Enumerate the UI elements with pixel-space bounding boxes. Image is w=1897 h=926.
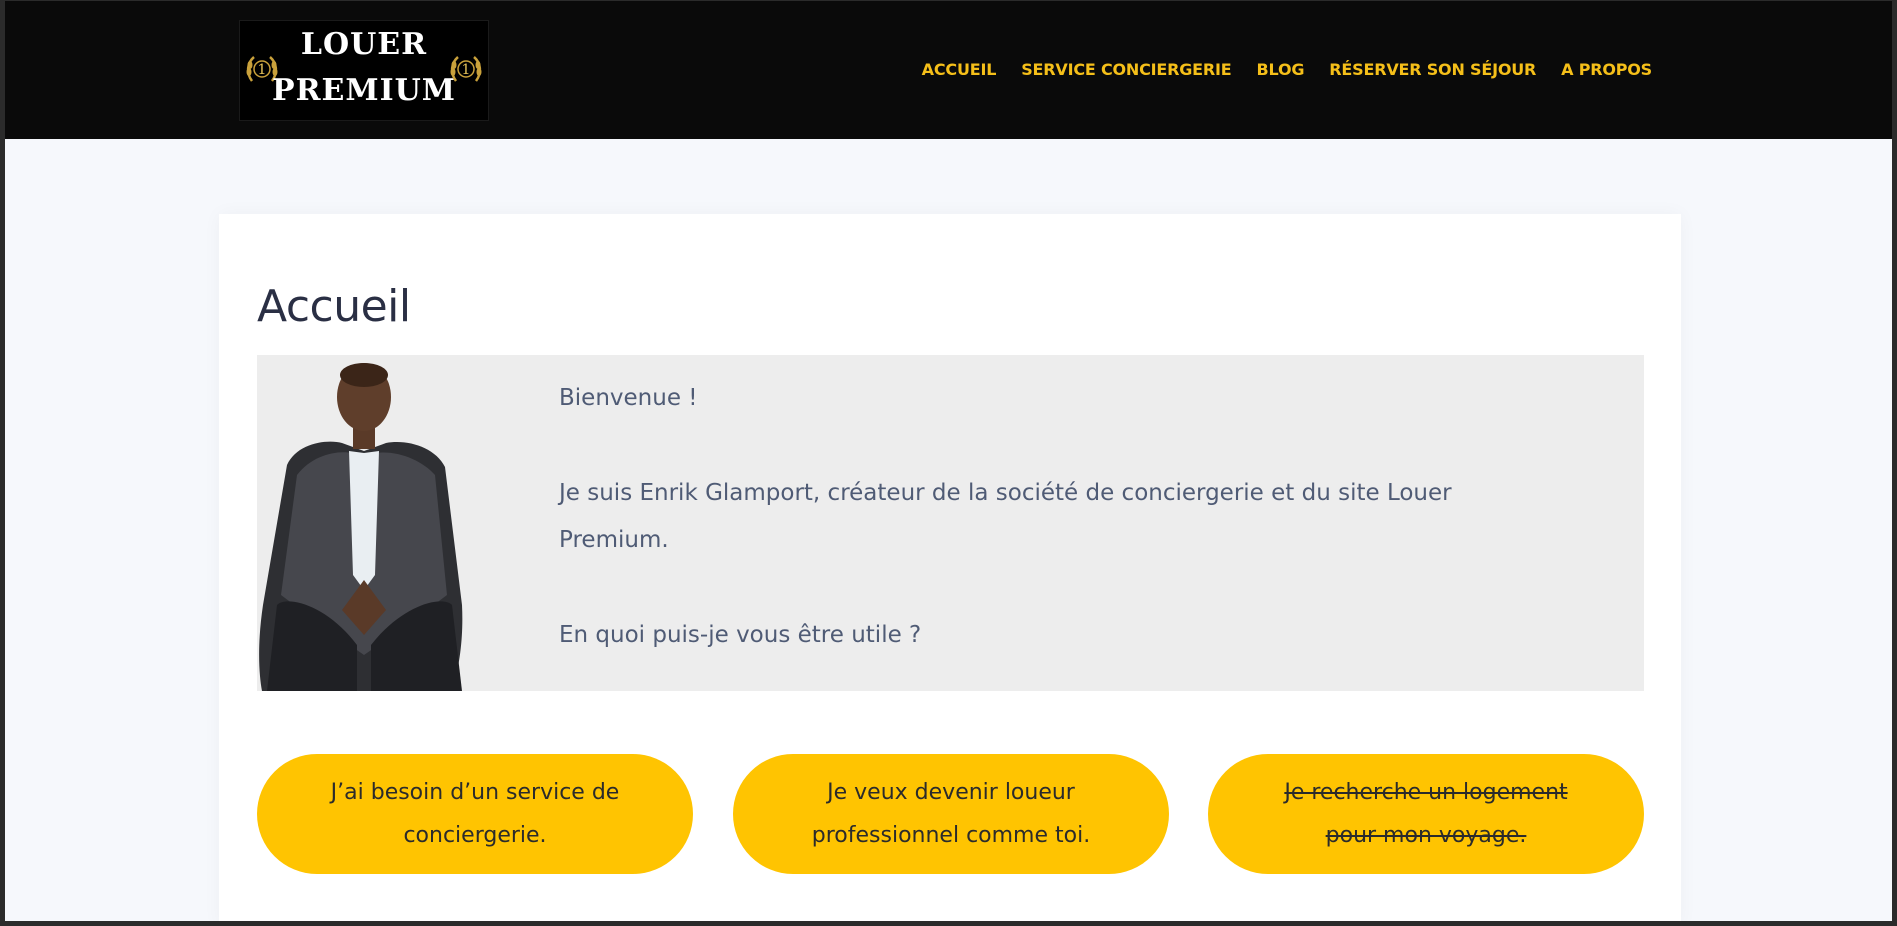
find-lodging-button[interactable]: Je recherche un logement pour mon voyage… <box>1208 754 1644 874</box>
intro-greeting: Bienvenue ! <box>559 385 698 411</box>
become-host-button-label: Je veux devenir loueur professionnel com… <box>811 780 1091 848</box>
content-card: Accueil Bienvenue ! Je suis Enrik Glampo… <box>219 214 1681 926</box>
nav-item-a-propos[interactable]: A PROPOS <box>1561 60 1652 82</box>
concierge-service-button[interactable]: J’ai besoin d’un service de conciergerie… <box>257 754 693 874</box>
main-nav: ACCUEIL SERVICE CONCIERGERIE BLOG RÉSERV… <box>897 60 1653 82</box>
author-photo <box>257 355 472 691</box>
svg-text:1: 1 <box>462 62 471 78</box>
intro-text: Bienvenue ! Je suis Enrik Glamport, créa… <box>559 375 1519 707</box>
nav-item-accueil[interactable]: ACCUEIL <box>922 60 997 82</box>
nav-item-blog[interactable]: BLOG <box>1257 60 1305 82</box>
laurel-badge-icon: 1 <box>450 56 482 82</box>
site-header: 1 LOUER PREMIUM 1 ACCUEIL SERVICE CONCIE… <box>0 0 1897 139</box>
nav-item-service-conciergerie[interactable]: SERVICE CONCIERGERIE <box>1021 60 1232 82</box>
intro-body: Je suis Enrik Glamport, créateur de la s… <box>559 480 1452 553</box>
concierge-service-button-label: J’ai besoin d’un service de conciergerie… <box>330 780 620 848</box>
intro-question: En quoi puis-je vous être utile ? <box>559 622 922 648</box>
page-title: Accueil <box>257 281 411 333</box>
find-lodging-button-label: Je recherche un logement pour mon voyage… <box>1284 780 1568 848</box>
become-host-button[interactable]: Je veux devenir loueur professionnel com… <box>733 754 1169 874</box>
intro-section: Bienvenue ! Je suis Enrik Glamport, créa… <box>257 355 1644 691</box>
nav-item-reserver-sejour[interactable]: RÉSERVER SON SÉJOUR <box>1329 60 1536 82</box>
site-logo[interactable]: 1 LOUER PREMIUM 1 <box>239 20 489 121</box>
